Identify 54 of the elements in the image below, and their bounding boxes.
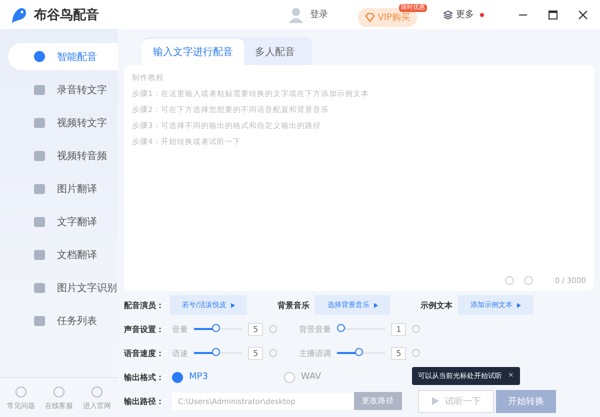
value-field[interactable]: 5 [391, 346, 406, 360]
slider-label: 语速 [172, 348, 188, 358]
value-field[interactable]: 1 [391, 322, 406, 336]
feature-icon [34, 250, 45, 260]
field-label: 示例文本 [420, 300, 452, 310]
feature-icon [34, 216, 45, 226]
feature-icon [34, 150, 45, 160]
value-field[interactable]: 5 [248, 322, 264, 336]
sidebar-item[interactable]: 图片文字识别 [8, 274, 118, 301]
slider[interactable] [194, 348, 242, 358]
tab[interactable]: 多人配音 [244, 39, 306, 65]
diamond-icon [364, 13, 375, 22]
notification-dot [480, 12, 484, 16]
sidebar-item[interactable]: 任务列表 [8, 307, 118, 334]
login-link[interactable]: 登录 [310, 8, 328, 21]
field-label: 背景音乐 [277, 300, 310, 310]
slider[interactable] [194, 324, 242, 334]
sidebar-item[interactable]: 录音转文字 [8, 76, 118, 103]
layers-icon [443, 10, 453, 20]
feature-icon [34, 316, 45, 326]
slider[interactable] [337, 348, 386, 358]
sidebar-item[interactable]: 智能配音 [8, 43, 118, 70]
sidebar-item[interactable]: 视频转音频 [8, 142, 118, 169]
caret-icon [517, 302, 522, 308]
feature-icon [34, 282, 45, 292]
value-field[interactable]: 5 [248, 346, 264, 360]
tab[interactable]: 输入文字进行配音 [142, 39, 244, 65]
slider-label: 背景音量 [299, 324, 332, 334]
more-button[interactable]: 更多 [443, 8, 474, 21]
field-label: 声音设置： [124, 324, 165, 334]
play-icon [431, 396, 440, 406]
feature-icon [34, 51, 45, 62]
field-label: 配音演员： [124, 300, 164, 310]
format-radio[interactable]: WAV [284, 372, 322, 382]
caret-icon [374, 302, 378, 308]
user-avatar-icon [288, 6, 304, 22]
feature-icon [34, 184, 45, 194]
close-icon[interactable] [578, 10, 588, 20]
field-label: 语音速度： [124, 348, 165, 358]
slider-label: 主播语调 [299, 348, 332, 358]
caret-icon [231, 302, 236, 308]
format-radio[interactable]: MP3 [172, 372, 208, 382]
feature-icon [34, 84, 45, 94]
sidebar-item[interactable]: 视频转文字 [8, 109, 118, 136]
maximize-icon[interactable] [548, 10, 558, 20]
field-label: 输出路径： [124, 396, 165, 406]
sidebar-item[interactable]: 文档翻译 [8, 241, 118, 268]
sidebar-item[interactable]: 图片翻译 [8, 175, 118, 202]
sidebar-item[interactable]: 文字翻译 [8, 208, 118, 235]
slider-label: 音量 [172, 324, 188, 334]
app-title: 布谷鸟配音 [34, 6, 99, 24]
field-label: 输出格式： [124, 372, 165, 382]
feature-icon [34, 118, 45, 128]
slider[interactable] [337, 324, 386, 334]
